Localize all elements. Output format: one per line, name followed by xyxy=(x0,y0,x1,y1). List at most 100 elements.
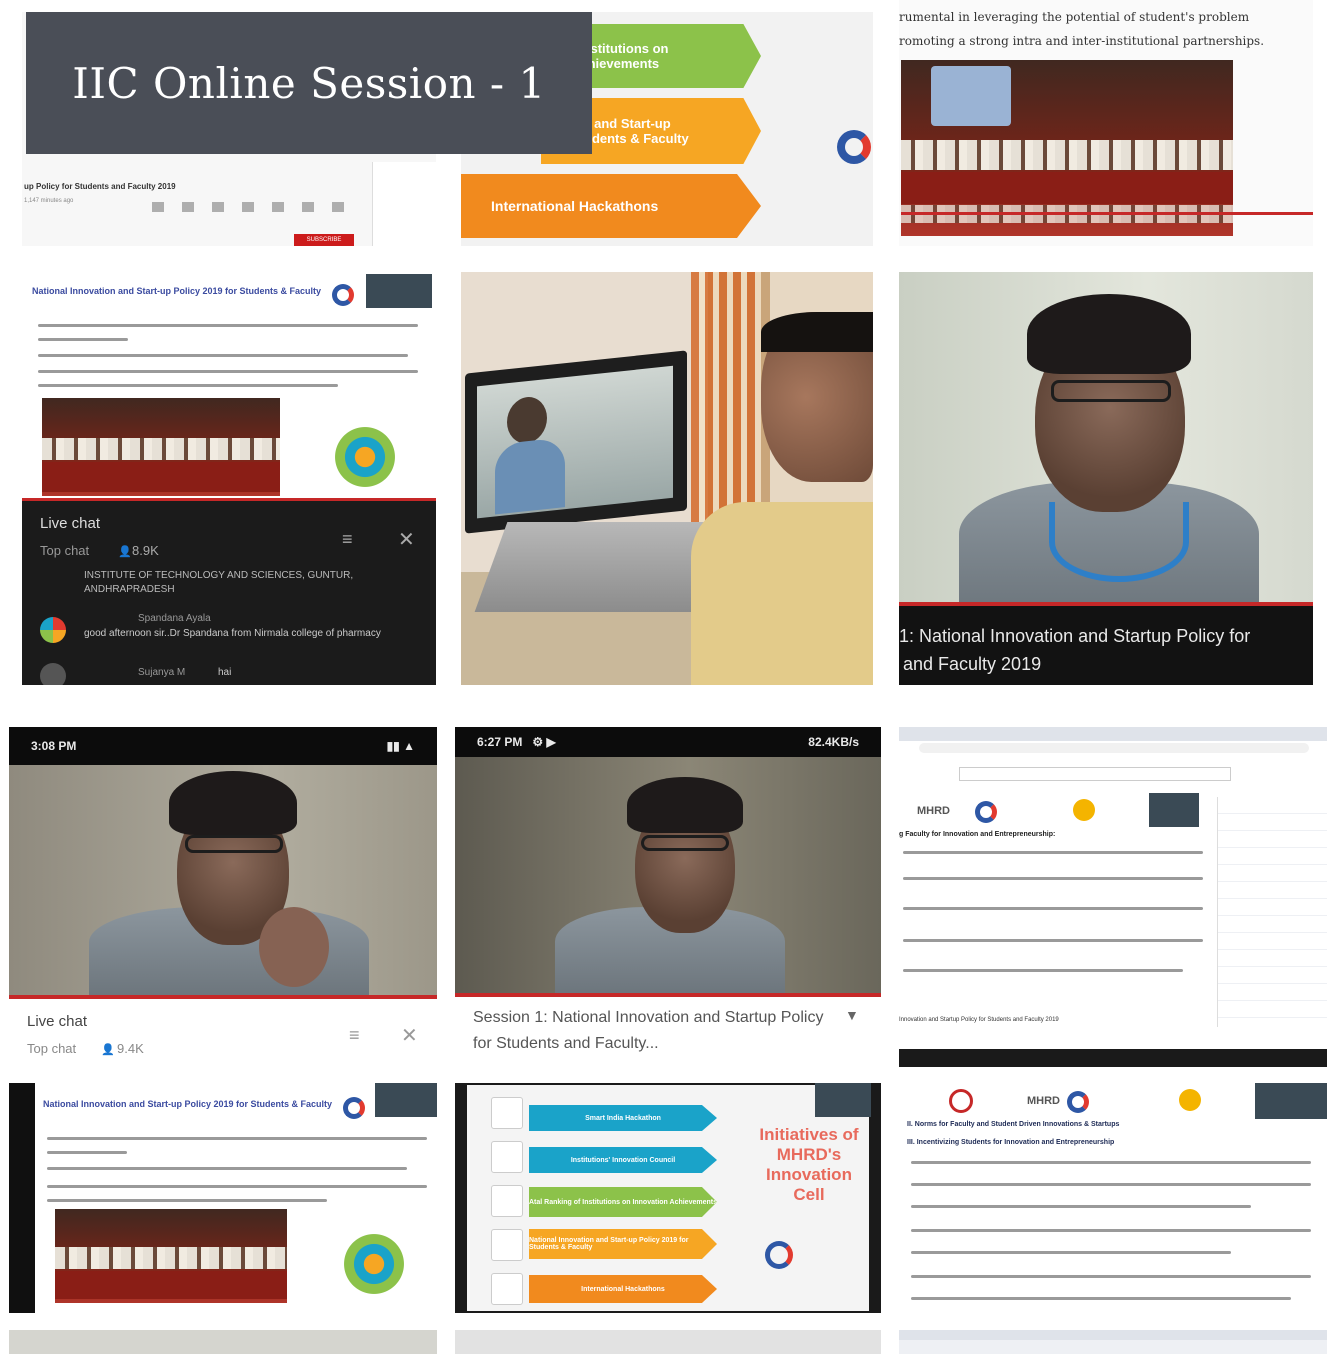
video-footer: Innovation and Startup Policy for Studen… xyxy=(899,1017,1059,1023)
presenter-thumbnail xyxy=(1149,793,1199,827)
video-caption-1: 1: National Innovation and Startup Polic… xyxy=(899,626,1251,646)
slide-heading: g Faculty for Innovation and Entrepreneu… xyxy=(899,831,1056,838)
iic-logo-icon xyxy=(765,1241,793,1269)
hackathon-icon xyxy=(491,1273,523,1305)
photo-tile-3[interactable]: rumental in leveraging the potential of … xyxy=(899,0,1313,246)
chat-message: good afternoon sir..Dr Spandana from Nir… xyxy=(84,628,381,639)
video-meta: 1,147 minutes ago xyxy=(24,198,74,204)
video-title: up Policy for Students and Faculty 2019 xyxy=(24,182,176,191)
status-bar: 3:08 PM ▮▮ ▲ xyxy=(9,727,437,765)
chat-settings-icon[interactable]: ≡ xyxy=(349,1025,360,1046)
slide-text-2: romoting a strong intra and inter-instit… xyxy=(899,34,1265,48)
photo-tile-13[interactable] xyxy=(9,1330,437,1354)
mhrd-logo: MHRD xyxy=(1027,1095,1060,1107)
chat-message: hai xyxy=(218,667,232,678)
video-progress[interactable] xyxy=(9,995,437,999)
chat-avatar xyxy=(40,663,66,685)
iic-logo-icon xyxy=(343,1097,365,1119)
photo-tile-5[interactable] xyxy=(461,272,873,685)
close-icon[interactable]: ✕ xyxy=(398,527,415,552)
session-title: IIC Online Session - 1 xyxy=(72,58,546,108)
chevron-down-icon[interactable]: ▼ xyxy=(845,1007,859,1023)
iic-logo-icon xyxy=(975,801,997,823)
initiative-item: Institutions' Innovation Council xyxy=(529,1147,717,1173)
stage-photo xyxy=(55,1209,287,1303)
nisp-icon xyxy=(491,1229,523,1261)
video-actions xyxy=(152,202,352,212)
viewer-icon: 👤 xyxy=(118,546,132,558)
photo-tile-10[interactable]: National Innovation and Start-up Policy … xyxy=(9,1083,437,1313)
seal-icon xyxy=(949,1089,973,1113)
status-time: 6:27 PM xyxy=(477,735,523,749)
chat-sub[interactable]: Top chat xyxy=(27,1041,76,1056)
chat-header: Live chat xyxy=(27,1013,88,1030)
video-progress[interactable] xyxy=(901,212,1313,215)
initiative-item: International Hackathons xyxy=(529,1275,717,1303)
presenter-thumbnail xyxy=(815,1083,871,1117)
session-caption: Session 1: National Innovation and Start… xyxy=(473,1009,824,1052)
slide-title: National Innovation and Start-up Policy … xyxy=(32,286,322,296)
curtain xyxy=(691,272,761,532)
presenter-thumbnail xyxy=(375,1083,437,1117)
viewer-count: 9.4K xyxy=(117,1041,144,1056)
photo-tile-12[interactable]: MHRD II. Norms for Faculty and Student D… xyxy=(899,1083,1327,1313)
taskbar xyxy=(899,1049,1327,1067)
presenter-thumbnail xyxy=(366,274,432,308)
man-shirt xyxy=(691,502,873,685)
chat-message: INSTITUTE OF TECHNOLOGY AND SCIENCES, GU… xyxy=(84,570,354,595)
emblem-icon xyxy=(1179,1089,1201,1111)
presenter-hair xyxy=(169,771,297,835)
photo-tile-6[interactable]: 1: National Innovation and Startup Polic… xyxy=(899,272,1313,685)
search-input[interactable] xyxy=(959,767,1231,781)
iic-logo-icon xyxy=(332,284,354,306)
initiative-item: National Innovation and Start-up Policy … xyxy=(529,1229,717,1259)
chat-sidebar[interactable] xyxy=(1217,797,1327,1027)
video-progress[interactable] xyxy=(455,993,881,997)
notification-icons: ⚙ ▶ xyxy=(532,735,556,749)
presenter-thumbnail xyxy=(1255,1083,1327,1119)
video-caption-2: and Faculty 2019 xyxy=(903,654,1042,674)
chat-avatar xyxy=(40,617,66,643)
live-chat-panel[interactable]: Live chat Top chat 👤 8.9K ≡ ✕ INSTITUTE … xyxy=(22,498,436,685)
viewer-icon: 👤 xyxy=(101,1044,115,1056)
address-bar[interactable] xyxy=(919,743,1309,753)
photo-tile-14[interactable] xyxy=(455,1330,881,1354)
slide-title: National Innovation and Start-up Policy … xyxy=(43,1099,333,1109)
chat-author: Sujanya M xyxy=(138,667,186,678)
network-speed: 82.4KB/s xyxy=(808,735,859,749)
iic-logo-icon xyxy=(1067,1091,1089,1113)
slide-arrow-hackathons: International Hackathons xyxy=(461,174,761,238)
id-lanyard xyxy=(1049,502,1189,582)
viewer-count: 8.9K xyxy=(132,543,159,558)
chat-header: Live chat xyxy=(40,515,101,532)
initiative-item: Atal Ranking of Institutions on Innovati… xyxy=(529,1187,717,1217)
signal-icon: ▮▮ ▲ xyxy=(386,739,415,753)
ariia-icon xyxy=(491,1185,523,1217)
stage-photo xyxy=(42,398,280,496)
close-icon[interactable]: ✕ xyxy=(401,1023,418,1048)
session-title-banner: IIC Online Session - 1 xyxy=(26,12,592,154)
slide-heading: II. Norms for Faculty and Student Driven… xyxy=(907,1121,1120,1128)
photo-tile-11[interactable]: Smart India Hackathon Institutions' Inno… xyxy=(455,1083,881,1313)
presenter-hair xyxy=(1027,294,1191,374)
slide-text-1: rumental in leveraging the potential of … xyxy=(899,10,1250,24)
initiative-item: Smart India Hackathon xyxy=(529,1105,717,1131)
photo-tile-8[interactable]: 6:27 PM ⚙ ▶ 82.4KB/s Session 1: National… xyxy=(455,727,881,1067)
chat-author: Spandana Ayala xyxy=(138,613,211,624)
chat-settings-icon[interactable]: ≡ xyxy=(342,529,353,550)
browser-tabs xyxy=(899,727,1327,741)
sih-icon xyxy=(491,1097,523,1129)
subscribe-button[interactable]: SUBSCRIBE xyxy=(294,234,354,246)
initiatives-side-title: Initiatives of MHRD's Innovation Cell xyxy=(759,1125,859,1204)
innovation-graphic-icon xyxy=(339,1229,409,1299)
photo-tile-4[interactable]: National Innovation and Start-up Policy … xyxy=(22,272,436,685)
presenter-hair xyxy=(627,777,743,833)
chat-sub[interactable]: Top chat xyxy=(40,543,89,558)
stage-photo xyxy=(901,60,1233,236)
iic-logo-icon xyxy=(837,130,871,164)
photo-tile-7[interactable]: 3:08 PM ▮▮ ▲ Live chat Top chat 👤 9.4K ≡… xyxy=(9,727,437,1067)
laptop-screen xyxy=(465,350,687,534)
photo-tile-9[interactable]: MHRD g Faculty for Innovation and Entrep… xyxy=(899,727,1327,1067)
photo-tile-15[interactable] xyxy=(899,1330,1327,1354)
status-time: 3:08 PM xyxy=(31,739,77,753)
